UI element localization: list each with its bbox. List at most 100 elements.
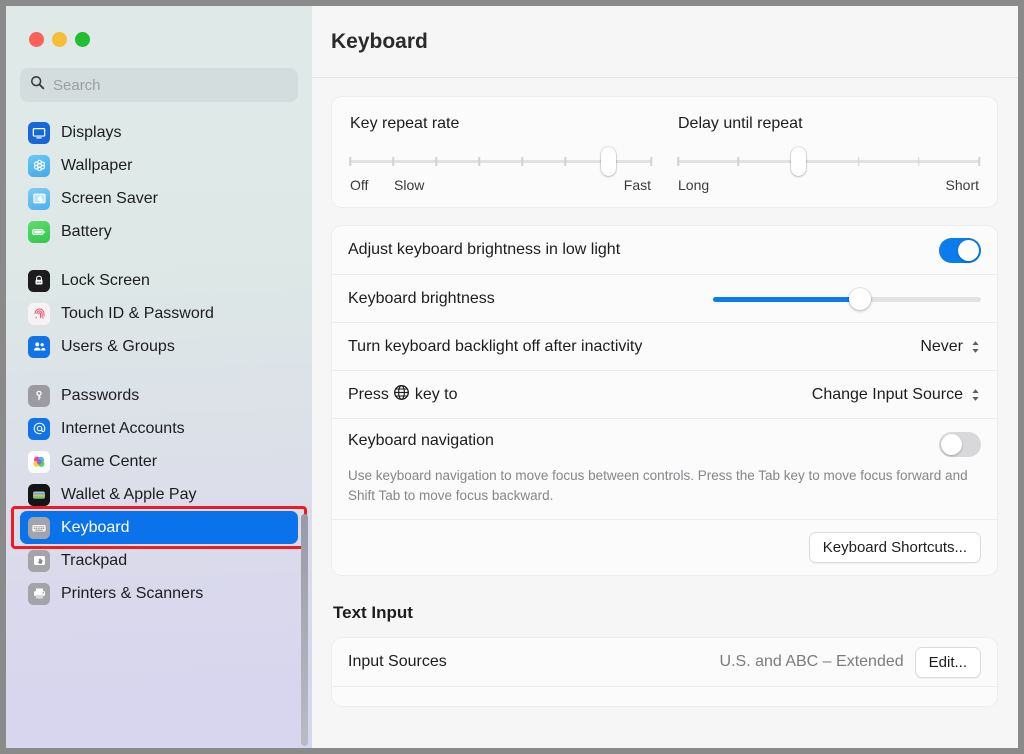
- displays-icon: [28, 121, 50, 144]
- slider-fill: [713, 296, 861, 302]
- keyboard-navigation-toggle[interactable]: [939, 432, 981, 457]
- keyboard-brightness-label: Keyboard brightness: [348, 289, 495, 307]
- search-input[interactable]: [53, 76, 288, 94]
- keyboard-shortcuts-button[interactable]: Keyboard Shortcuts...: [808, 532, 981, 564]
- sidebar-item-wallpaper[interactable]: Wallpaper: [20, 149, 298, 182]
- sidebar-item-lock-screen[interactable]: Lock Screen: [20, 264, 298, 297]
- toggle-knob: [941, 434, 962, 455]
- sidebar-group: Displays Wallpaper Screen Saver Battery: [20, 116, 298, 264]
- sidebar-item-passwords[interactable]: Passwords: [20, 379, 298, 412]
- sidebar-item-trackpad[interactable]: Trackpad: [20, 544, 298, 577]
- globe-key-dropdown[interactable]: Change Input Source: [812, 386, 981, 404]
- sidebar-item-users-groups[interactable]: Users & Groups: [20, 330, 298, 363]
- zoom-button[interactable]: [75, 32, 90, 47]
- wallet-icon: [28, 483, 50, 506]
- keyboard-navigation-label: Keyboard navigation: [348, 432, 494, 449]
- sidebar-item-label: Screen Saver: [61, 189, 158, 207]
- sidebar-item-printers[interactable]: Printers & Scanners: [20, 577, 298, 610]
- search-box[interactable]: [20, 68, 298, 102]
- slider-tick: [650, 157, 652, 166]
- input-sources-edit-button[interactable]: Edit...: [914, 646, 981, 678]
- sidebar-item-keyboard[interactable]: Keyboard: [20, 511, 298, 544]
- key-repeat-rate-slider[interactable]: [349, 147, 652, 176]
- slider-tick: [478, 157, 480, 166]
- sidebar-nav[interactable]: Displays Wallpaper Screen Saver Battery …: [6, 121, 312, 748]
- gamecenter-icon: [28, 450, 50, 473]
- sidebar-group: Passwords Internet Accounts Game Center …: [11, 379, 307, 626]
- slider-tick: [435, 157, 437, 166]
- label-off: Off: [350, 177, 369, 193]
- globe-key-row: Press key to Change Input Source: [332, 370, 997, 418]
- sidebar-scrollbar[interactable]: [301, 514, 308, 746]
- slider-thumb[interactable]: [790, 147, 806, 176]
- search-icon: [30, 75, 45, 95]
- sidebar-item-label: Printers & Scanners: [61, 584, 204, 602]
- backlight-off-dropdown[interactable]: Never: [920, 338, 981, 356]
- screensaver-icon: [28, 187, 50, 210]
- adjust-brightness-label: Adjust keyboard brightness in low light: [348, 241, 621, 258]
- delay-until-repeat-group: Delay until repeat Long Short: [677, 115, 980, 197]
- sidebar-item-touch-id[interactable]: Touch ID & Password: [20, 297, 298, 330]
- users-icon: [28, 335, 50, 358]
- sidebar-item-label: Keyboard: [61, 518, 130, 536]
- sidebar-group: Lock Screen Touch ID & Password Users & …: [20, 264, 298, 379]
- sidebar-item-label: Touch ID & Password: [61, 304, 214, 322]
- globe-key-label: Press key to: [348, 384, 458, 406]
- input-sources-label: Input Sources: [348, 653, 447, 671]
- sidebar-item-label: Game Center: [61, 452, 158, 470]
- label-slow: Slow: [394, 177, 425, 193]
- slider-tick: [677, 157, 679, 166]
- label-short: Short: [945, 177, 979, 193]
- chevron-updown-icon: [970, 387, 981, 403]
- globe-icon: [393, 384, 410, 406]
- sidebar-item-label: Internet Accounts: [61, 419, 185, 437]
- sidebar-item-label: Passwords: [61, 386, 140, 404]
- text-input-row-filler: [332, 686, 997, 706]
- slider-tick: [349, 157, 351, 166]
- window-controls: [6, 6, 312, 68]
- slider-track: [678, 160, 979, 163]
- sidebar-item-keyboard-wrapper: Keyboard: [11, 506, 307, 549]
- input-sources-row: Input Sources U.S. and ABC – Extended Ed…: [332, 638, 997, 686]
- sidebar-item-wallet[interactable]: Wallet & Apple Pay: [20, 478, 298, 511]
- keyboard-brightness-row: Keyboard brightness: [332, 274, 997, 322]
- repeat-settings-card: Key repeat rate Off Slow Fast Delay unti…: [331, 96, 998, 208]
- printer-icon: [28, 582, 50, 605]
- slider-tick: [857, 157, 860, 166]
- sidebar-item-internet-accounts[interactable]: Internet Accounts: [20, 412, 298, 445]
- keyboard-icon: [28, 516, 50, 539]
- sidebar-item-label: Trackpad: [61, 551, 128, 569]
- key-icon: [28, 384, 50, 407]
- input-sources-value: U.S. and ABC – Extended: [719, 653, 904, 671]
- slider-tick: [737, 157, 739, 166]
- key-repeat-rate-labels: Off Slow Fast: [350, 177, 651, 197]
- touchid-icon: [28, 302, 50, 325]
- toggle-knob: [958, 239, 979, 261]
- backlight-off-value: Never: [920, 337, 963, 355]
- adjust-brightness-toggle[interactable]: [939, 237, 981, 263]
- delay-until-repeat-slider[interactable]: [677, 147, 980, 176]
- delay-until-repeat-label: Delay until repeat: [678, 115, 803, 132]
- at-icon: [28, 417, 50, 440]
- text-input-section-title: Text Input: [333, 603, 413, 623]
- close-button[interactable]: [29, 32, 44, 47]
- label-fast: Fast: [623, 177, 651, 193]
- sidebar-item-displays[interactable]: Displays: [20, 116, 298, 149]
- sidebar-item-battery[interactable]: Battery: [20, 215, 298, 248]
- slider-thumb[interactable]: [600, 147, 616, 176]
- sidebar-item-game-center[interactable]: Game Center: [20, 445, 298, 478]
- content-body: Key repeat rate Off Slow Fast Delay unti…: [312, 78, 1018, 708]
- keyboard-brightness-slider[interactable]: [713, 287, 981, 310]
- text-input-card: Input Sources U.S. and ABC – Extended Ed…: [331, 637, 998, 708]
- sidebar-item-screen-saver[interactable]: Screen Saver: [20, 182, 298, 215]
- slider-thumb[interactable]: [849, 287, 872, 310]
- key-repeat-rate-group: Key repeat rate Off Slow Fast: [349, 115, 652, 197]
- sidebar-item-label: Wallet & Apple Pay: [61, 485, 197, 503]
- delay-until-repeat-labels: Long Short: [678, 177, 979, 197]
- wallpaper-icon: [28, 154, 50, 177]
- content-header: Keyboard: [312, 6, 1018, 78]
- minimize-button[interactable]: [52, 32, 67, 47]
- content-panel: Keyboard Key repeat rate Off Slow Fast D…: [312, 6, 1018, 748]
- key-repeat-rate-label: Key repeat rate: [350, 115, 460, 132]
- lock-icon: [28, 269, 50, 292]
